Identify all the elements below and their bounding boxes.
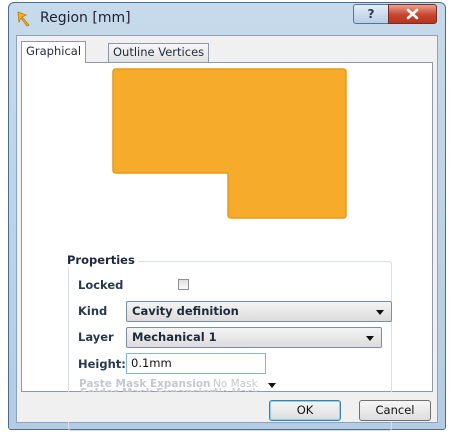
layer-select[interactable]: Mechanical 1: [126, 327, 382, 348]
dialog-client-area: Graphical Outline Vertices Properties Lo…: [16, 35, 438, 431]
layer-select-value: Mechanical 1: [132, 330, 217, 344]
graphical-tab-panel: Properties Locked Kind Cavity definition…: [21, 62, 433, 431]
kind-label: Kind: [78, 304, 108, 318]
properties-legend: Properties: [64, 253, 138, 267]
locked-label: Locked: [78, 278, 124, 292]
region-outline-polygon: [112, 68, 347, 219]
kind-select-value: Cavity definition: [132, 304, 239, 318]
cancel-button[interactable]: Cancel: [359, 400, 431, 421]
tab-outline-vertices[interactable]: Outline Vertices: [108, 43, 210, 62]
chevron-down-icon: [366, 336, 374, 341]
ok-button[interactable]: OK: [269, 400, 341, 421]
locked-checkbox[interactable]: [178, 279, 189, 290]
dialog-footer: OK Cancel: [17, 392, 437, 422]
region-preview-shape: [112, 68, 347, 219]
region-app-icon: [17, 11, 30, 27]
tab-graphical[interactable]: Graphical: [21, 41, 87, 63]
height-input[interactable]: 0.1mm: [126, 353, 266, 374]
paste-mask-expansion-value[interactable]: No Mask: [213, 378, 258, 390]
region-dialog-window: Region [mm] ? Graphical Outline Vertices…: [8, 2, 446, 431]
title-bar[interactable]: Region [mm] ?: [9, 3, 445, 35]
chevron-down-icon: [376, 310, 384, 315]
help-button[interactable]: ?: [353, 4, 389, 24]
height-label: Height:: [78, 357, 126, 371]
window-title: Region [mm]: [40, 10, 131, 26]
layer-label: Layer: [78, 330, 114, 344]
kind-select[interactable]: Cavity definition: [126, 301, 392, 322]
close-icon: [406, 8, 419, 20]
paste-mask-expansion-label: Paste Mask Expansion: [79, 378, 211, 390]
close-button[interactable]: [388, 4, 437, 24]
chevron-down-icon[interactable]: [268, 383, 276, 388]
